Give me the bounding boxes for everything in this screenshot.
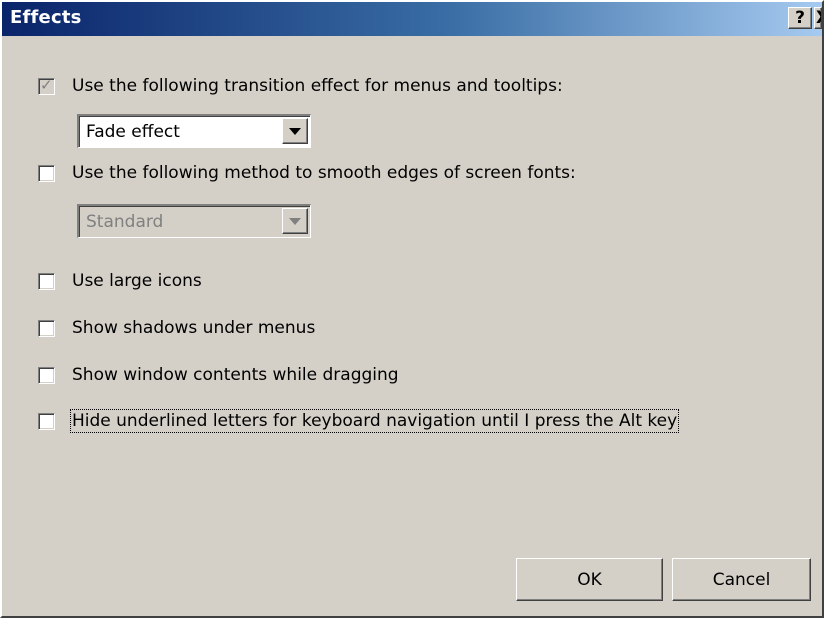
transition-effect-checkbox[interactable]: ✓ (38, 75, 55, 95)
large-icons-checkbox[interactable] (38, 272, 55, 290)
hide-underlines-label: Hide underlined letters for keyboard nav… (69, 409, 680, 433)
close-button[interactable]: X (814, 7, 822, 29)
hide-underlines-checkbox[interactable] (38, 412, 55, 430)
transition-effect-option[interactable]: ✓ Use the following transition effect fo… (38, 75, 563, 97)
smooth-fonts-option[interactable]: Use the following method to smooth edges… (38, 162, 576, 184)
chevron-down-icon (289, 218, 301, 225)
checkmark-icon: ✓ (40, 75, 53, 94)
menu-shadows-checkbox[interactable] (38, 319, 55, 337)
hide-underlines-option[interactable]: Hide underlined letters for keyboard nav… (38, 409, 680, 433)
close-icon: X (816, 9, 821, 27)
drag-contents-checkbox[interactable] (38, 366, 55, 384)
drag-contents-label: Show window contents while dragging (72, 365, 399, 385)
chevron-down-icon (289, 128, 301, 135)
effects-dialog: Effects ? X ✓ Use the following transiti… (0, 0, 824, 618)
smooth-fonts-select: Standard (77, 204, 311, 238)
large-icons-option[interactable]: Use large icons (38, 270, 202, 292)
transition-effect-dropdown-button[interactable] (282, 118, 308, 144)
cancel-button[interactable]: Cancel (672, 558, 811, 601)
drag-contents-option[interactable]: Show window contents while dragging (38, 364, 399, 386)
help-button[interactable]: ? (788, 7, 812, 29)
title-bar[interactable]: Effects ? X (2, 2, 822, 36)
smooth-fonts-label: Use the following method to smooth edges… (72, 163, 576, 183)
menu-shadows-option[interactable]: Show shadows under menus (38, 317, 315, 339)
smooth-fonts-value: Standard (86, 212, 164, 232)
dialog-title: Effects (10, 7, 82, 28)
menu-shadows-label: Show shadows under menus (72, 318, 316, 338)
transition-effect-select[interactable]: Fade effect (77, 114, 311, 148)
transition-effect-label: Use the following transition effect for … (72, 76, 563, 96)
transition-effect-value: Fade effect (86, 122, 180, 142)
large-icons-label: Use large icons (72, 271, 202, 291)
help-icon: ? (795, 7, 805, 28)
smooth-fonts-checkbox[interactable] (38, 164, 55, 182)
ok-button[interactable]: OK (516, 558, 663, 601)
smooth-fonts-dropdown-button (282, 208, 308, 234)
